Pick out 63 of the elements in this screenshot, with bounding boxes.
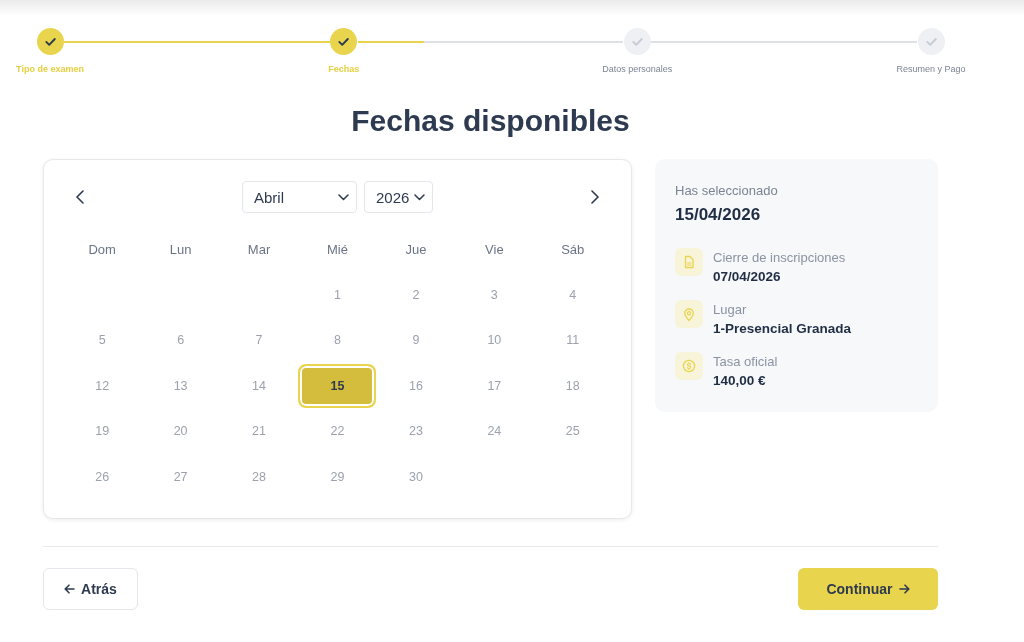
location-pin-icon bbox=[675, 300, 703, 328]
calendar-day[interactable]: 10 bbox=[455, 318, 534, 363]
step-label: Tipo de examen bbox=[16, 64, 84, 75]
continue-button[interactable]: Continuar bbox=[798, 567, 938, 610]
calendar-day[interactable]: 16 bbox=[376, 363, 455, 408]
calendar-day[interactable]: 17 bbox=[455, 363, 534, 408]
dollar-coin-icon bbox=[675, 352, 703, 380]
chevron-down-icon bbox=[414, 193, 425, 201]
calendar-day[interactable]: 27 bbox=[141, 454, 220, 499]
back-button[interactable]: Atrás bbox=[43, 567, 138, 610]
calendar-day[interactable]: 26 bbox=[63, 454, 142, 499]
calendar-day[interactable]: 21 bbox=[220, 409, 299, 454]
calendar-day[interactable]: 6 bbox=[141, 318, 220, 363]
weekday-label: Jue bbox=[405, 242, 427, 257]
calendar-day[interactable]: 19 bbox=[63, 409, 142, 454]
calendar-day[interactable]: 14 bbox=[220, 363, 299, 408]
chevron-right-icon bbox=[591, 190, 599, 204]
detail-value: 140,00 € bbox=[713, 372, 766, 389]
calendar-day[interactable]: 12 bbox=[63, 363, 142, 408]
detail-label: Tasa oficial bbox=[713, 354, 778, 370]
detail-label: Lugar bbox=[713, 302, 747, 318]
weekday-label: Vie bbox=[485, 242, 504, 257]
page-title: Fechas disponibles bbox=[351, 103, 630, 139]
calendar-day[interactable]: 5 bbox=[63, 318, 142, 363]
calendar-day[interactable]: 2 bbox=[376, 272, 455, 317]
calendar-day[interactable]: 24 bbox=[455, 409, 534, 454]
calendar-day[interactable]: 18 bbox=[533, 363, 612, 408]
step-label: Resumen y Pago bbox=[896, 64, 966, 75]
step-label: Fechas bbox=[328, 64, 360, 75]
chevron-left-icon bbox=[76, 190, 84, 204]
weekday-label: Lun bbox=[169, 242, 192, 257]
weekday-label: Dom bbox=[88, 242, 116, 257]
weekday-label: Sáb bbox=[561, 242, 585, 257]
calendar-day[interactable]: 20 bbox=[141, 409, 220, 454]
arrow-right-icon bbox=[898, 583, 910, 594]
summary-heading: Has seleccionado bbox=[675, 183, 778, 199]
calendar-day[interactable]: 8 bbox=[298, 318, 377, 363]
month-select[interactable]: Abril bbox=[242, 181, 357, 213]
calendar-day[interactable]: 25 bbox=[533, 409, 612, 454]
calendar-day[interactable]: 23 bbox=[376, 409, 455, 454]
selected-date: 15/04/2026 bbox=[675, 205, 761, 225]
calendar-day[interactable]: 13 bbox=[141, 363, 220, 408]
arrow-left-icon bbox=[64, 583, 76, 594]
weekday-label: Mar bbox=[247, 242, 271, 257]
calendar-day[interactable]: 11 bbox=[533, 318, 612, 363]
calendar-day[interactable]: 9 bbox=[376, 318, 455, 363]
step-label: Datos personales bbox=[602, 64, 673, 75]
document-icon bbox=[675, 248, 703, 276]
detail-value: 07/04/2026 bbox=[713, 268, 781, 285]
calendar-day[interactable]: 1 bbox=[298, 272, 377, 317]
detail-value: 1-Presencial Granada bbox=[713, 320, 852, 337]
weekday-label: Mié bbox=[327, 242, 348, 257]
chevron-down-icon bbox=[338, 193, 349, 201]
calendar-day[interactable]: 4 bbox=[533, 272, 612, 317]
calendar-day[interactable]: 15 bbox=[298, 363, 377, 408]
year-select[interactable]: 2026 bbox=[364, 181, 433, 213]
calendar-day[interactable]: 3 bbox=[455, 272, 534, 317]
calendar-day[interactable]: 7 bbox=[220, 318, 299, 363]
calendar-day[interactable]: 29 bbox=[298, 454, 377, 499]
calendar-day[interactable]: 22 bbox=[298, 409, 377, 454]
detail-label: Cierre de inscripciones bbox=[713, 250, 846, 266]
calendar-day[interactable]: 30 bbox=[376, 454, 455, 499]
calendar-day[interactable]: 28 bbox=[220, 454, 299, 499]
